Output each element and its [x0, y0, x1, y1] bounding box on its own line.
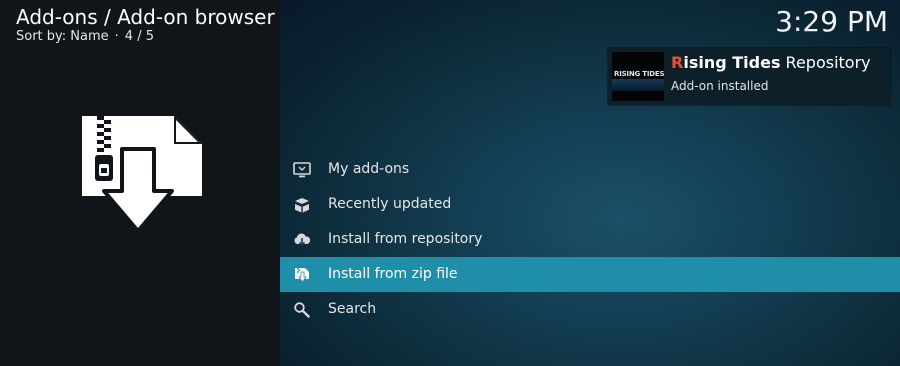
- menu-label: Recently updated: [328, 196, 452, 212]
- menu-label: Install from zip file: [328, 266, 458, 282]
- item-position: 4 / 5: [124, 29, 154, 44]
- menu-label: Install from repository: [328, 231, 483, 247]
- clock: 3:29 PM: [775, 5, 888, 38]
- menu-label: Search: [328, 301, 377, 317]
- monitor-icon: [293, 161, 311, 179]
- menu-item-recently-updated[interactable]: Recently updated: [280, 187, 900, 222]
- title-word-rising: ising: [683, 53, 733, 72]
- menu-item-search[interactable]: Search: [280, 292, 900, 327]
- menu-item-install-from-zip-file[interactable]: Install from zip file: [280, 257, 900, 292]
- zip-install-icon: [80, 113, 204, 235]
- sort-info: Sort by: Name · 4 / 5: [16, 29, 275, 45]
- title-letter-t: T: [732, 53, 744, 72]
- thumbnail-text: RISING TIDES: [614, 70, 664, 78]
- title-word-tides: ides: [743, 53, 781, 72]
- notification-subtitle: Add-on installed: [671, 79, 769, 93]
- repository-thumbnail: RISING TIDES: [612, 52, 664, 101]
- zip-file-icon: [293, 266, 311, 284]
- page-title: Add-ons / Add-on browser: [16, 5, 275, 29]
- separator: ·: [114, 29, 119, 44]
- thumbnail-wave: [612, 79, 664, 91]
- search-icon: [293, 301, 311, 319]
- menu-item-my-addons[interactable]: My add-ons: [280, 152, 900, 187]
- cloud-download-icon: [293, 231, 311, 249]
- notification-toast: RISING TIDES Rising Tides Repository Add…: [608, 48, 890, 105]
- title-accent-letter: R: [671, 53, 684, 72]
- open-box-icon: [293, 196, 311, 214]
- notification-title: Rising Tides Repository: [671, 53, 871, 73]
- menu-label: My add-ons: [328, 161, 410, 177]
- addon-browser-menu: My add-ons Recently updated Install from…: [280, 152, 900, 327]
- sort-label: Sort by: Name: [16, 29, 109, 44]
- header: Add-ons / Add-on browser Sort by: Name · 4…: [16, 5, 275, 45]
- title-suffix: Repository: [780, 53, 871, 72]
- menu-item-install-from-repository[interactable]: Install from repository: [280, 222, 900, 257]
